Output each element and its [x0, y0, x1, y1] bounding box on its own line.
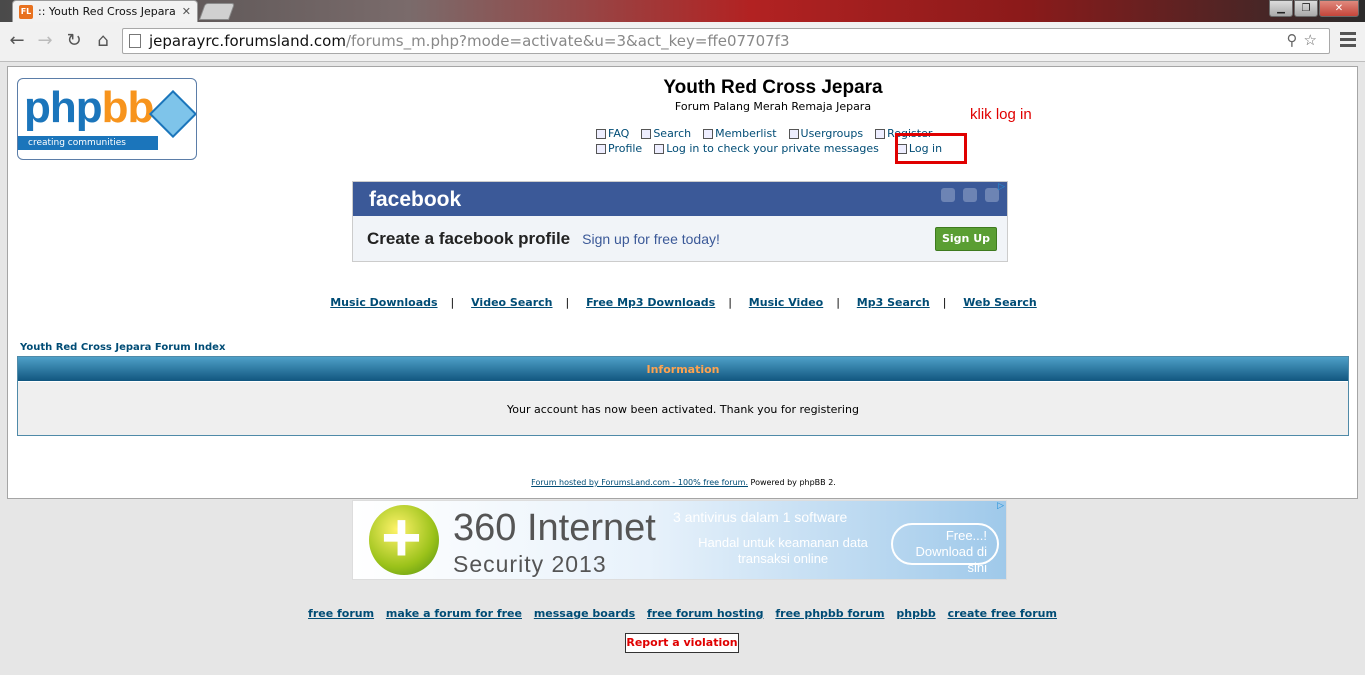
- link-create-free-forum[interactable]: create free forum: [948, 607, 1057, 620]
- logo-house-icon: [148, 89, 196, 139]
- minimize-button[interactable]: ▁: [1269, 0, 1293, 17]
- breadcrumb[interactable]: Youth Red Cross Jepara Forum Index: [20, 342, 225, 353]
- reload-icon[interactable]: ↻: [63, 30, 85, 52]
- facebook-ad[interactable]: facebook ▷ Create a facebook profile Sig…: [352, 181, 1008, 262]
- logo-php: php: [24, 83, 103, 132]
- info-message: Your account has now been activated. Tha…: [507, 403, 859, 416]
- annotation-text: klik log in: [970, 106, 1032, 123]
- profile-link[interactable]: Profile: [596, 142, 642, 155]
- search-icon: [641, 128, 652, 139]
- fb-headline: Create a facebook profile: [367, 229, 571, 248]
- globe-icon: [985, 188, 999, 202]
- link-free-phpbb-forum[interactable]: free phpbb forum: [775, 607, 884, 620]
- usergroups-link[interactable]: Usergroups: [788, 127, 863, 140]
- register-icon: [875, 128, 886, 139]
- link-music-downloads[interactable]: Music Downloads: [330, 296, 437, 309]
- fb-subline: Sign up for free today!: [582, 231, 720, 247]
- page-footer: Forum hosted by ForumsLand.com - 100% fr…: [8, 478, 1359, 487]
- site-favicon-icon: FL: [19, 4, 33, 19]
- link-make-forum[interactable]: make a forum for free: [386, 607, 522, 620]
- maximize-button[interactable]: ❐: [1294, 0, 1318, 17]
- site-title: Youth Red Cross Jepara: [663, 77, 883, 98]
- window-close-button[interactable]: ✕: [1319, 0, 1359, 17]
- search-link[interactable]: Search: [641, 127, 691, 140]
- info-title: Information: [18, 357, 1348, 382]
- friends-icon: [941, 188, 955, 202]
- link-free-mp3-downloads[interactable]: Free Mp3 Downloads: [586, 296, 715, 309]
- faq-link[interactable]: FAQ: [596, 127, 629, 140]
- banner-title-1: 360 Internet: [453, 507, 656, 549]
- link-free-forum[interactable]: free forum: [308, 607, 374, 620]
- messages-icon: [654, 143, 665, 154]
- phpbb-logo[interactable]: phpbb creating communities: [17, 78, 197, 160]
- forum-page: phpbb creating communities Youth Red Cro…: [7, 66, 1358, 499]
- information-panel: Information Your account has now been ac…: [17, 356, 1349, 436]
- tab-title: :: Youth Red Cross Jepara: [38, 5, 176, 18]
- faq-icon: [596, 128, 606, 139]
- antivirus-banner-ad[interactable]: 360 Internet Security 2013 3 antivirus d…: [352, 500, 1007, 580]
- bottom-links: free forum make a forum for free message…: [0, 607, 1365, 620]
- adchoices-icon[interactable]: ▷: [997, 501, 1004, 511]
- messages-icon: [963, 188, 977, 202]
- site-description: Forum Palang Merah Remaja Jepara: [674, 100, 872, 113]
- banner-title-2: Security 2013: [453, 551, 607, 577]
- banner-download-button[interactable]: Free...! Download di sini: [891, 523, 999, 575]
- page-icon: [129, 34, 141, 48]
- bookmark-star-icon[interactable]: ☆: [1304, 31, 1323, 49]
- memberlist-link[interactable]: Memberlist: [703, 127, 777, 140]
- memberlist-icon: [703, 128, 714, 139]
- banner-line-2: Handal untuk keamanan data transaksi onl…: [698, 535, 868, 566]
- fb-signup-button[interactable]: Sign Up: [935, 227, 997, 251]
- new-tab-button[interactable]: [198, 3, 236, 20]
- annotation-highlight-box: [895, 133, 967, 164]
- logo-tagline: creating communities: [18, 136, 158, 150]
- link-free-forum-hosting[interactable]: free forum hosting: [647, 607, 764, 620]
- logo-bb: bb: [101, 83, 155, 132]
- hamburger-menu-icon[interactable]: [1340, 32, 1356, 48]
- search-icon[interactable]: ⚲: [1287, 31, 1304, 49]
- adchoices-icon[interactable]: ▷: [998, 182, 1005, 192]
- banner-line-1: 3 antivirus dalam 1 software: [673, 509, 848, 525]
- address-bar[interactable]: jeparayrc.forumsland.com/forums_m.php?mo…: [122, 28, 1330, 54]
- forumsland-link[interactable]: Forum hosted by ForumsLand.com - 100% fr…: [531, 478, 748, 487]
- private-messages-link[interactable]: Log in to check your private messages: [654, 142, 879, 155]
- browser-tab[interactable]: FL :: Youth Red Cross Jepara ✕: [12, 0, 198, 22]
- link-phpbb[interactable]: phpbb: [896, 607, 935, 620]
- forum-nav: FAQ Search Memberlist Usergroups Registe…: [596, 126, 942, 156]
- link-message-boards[interactable]: message boards: [534, 607, 635, 620]
- back-icon[interactable]: ←: [6, 30, 28, 52]
- url-path: /forums_m.php?mode=activate&u=3&act_key=…: [345, 32, 790, 50]
- url-host: jeparayrc.forumsland.com: [149, 32, 346, 50]
- link-web-search[interactable]: Web Search: [963, 296, 1037, 309]
- profile-icon: [596, 143, 606, 154]
- window-titlebar: FL :: Youth Red Cross Jepara ✕ ▁ ❐ ✕: [0, 0, 1365, 22]
- link-video-search[interactable]: Video Search: [471, 296, 552, 309]
- forward-icon[interactable]: →: [34, 30, 56, 52]
- tab-close-icon[interactable]: ✕: [182, 5, 191, 18]
- sponsored-link-bar: Music Downloads | Video Search | Free Mp3 …: [330, 296, 1037, 309]
- powered-by-text: Powered by phpBB 2.: [750, 478, 836, 487]
- home-icon[interactable]: ⌂: [92, 30, 114, 52]
- link-music-video[interactable]: Music Video: [749, 296, 823, 309]
- report-violation-button[interactable]: Report a violation: [625, 633, 739, 653]
- fb-brand: facebook: [353, 182, 1007, 216]
- plus-logo-icon: [369, 501, 439, 577]
- link-mp3-search[interactable]: Mp3 Search: [857, 296, 930, 309]
- usergroups-icon: [788, 128, 799, 139]
- browser-toolbar: ← → ↻ ⌂ jeparayrc.forumsland.com/forums_…: [0, 22, 1365, 62]
